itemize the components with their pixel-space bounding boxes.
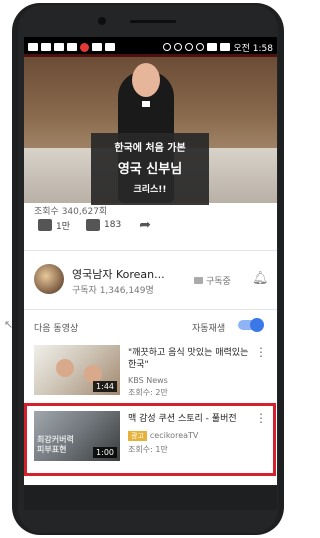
share-icon[interactable]: ➦: [139, 217, 151, 233]
phone-chin: [24, 486, 277, 510]
earpiece-speaker: [130, 20, 176, 23]
list-item[interactable]: 최강커버력 피부표현 1:00 맥 감성 쿠션 스토리 - 풀버전 광고 ceci…: [24, 411, 277, 469]
like-count: 1만: [56, 221, 71, 232]
video-views: 조회수: 1만: [128, 445, 168, 454]
video-thumbnail[interactable]: 최강커버력 피부표현 1:00: [34, 411, 120, 461]
video-progress-bar[interactable]: [24, 54, 277, 57]
notification-icon: [67, 43, 77, 51]
vibrate-icon: [185, 43, 194, 51]
thumbnail-person: [56, 359, 74, 377]
subscribed-label: 구독중: [206, 277, 231, 287]
battery-icon: [220, 43, 231, 51]
divider: [24, 250, 277, 251]
video-views: 조회수: 2만: [128, 388, 168, 397]
notification-icon: [28, 43, 38, 51]
video-duration: 1:00: [93, 447, 117, 458]
signal-icon: [207, 43, 218, 51]
video-channel: cecikoreaTV: [149, 431, 199, 440]
bell-icon[interactable]: 🔔︎: [252, 271, 269, 286]
divider: [24, 309, 277, 310]
subscriber-count: 구독자 1,346,149명: [72, 286, 154, 296]
caption-line-1: 한국에 처음 가본: [114, 143, 186, 154]
dislike-count: 183: [104, 220, 122, 230]
action-row: 1만 183 ➦: [38, 217, 151, 233]
channel-avatar[interactable]: [34, 264, 64, 294]
video-title[interactable]: "깨끗하고 음식 맛있는 매력있는 한국": [128, 347, 252, 371]
alarm-icon: [196, 43, 205, 51]
mail-icon: [105, 43, 115, 51]
autoplay-toggle[interactable]: [238, 318, 264, 332]
video-thumbnail[interactable]: 1:44: [34, 345, 120, 395]
caption-line-2: 영국 신부님: [117, 162, 183, 177]
status-time: 오전 1:58: [233, 43, 273, 54]
video-subject-face: [132, 63, 160, 97]
channel-row[interactable]: 영국남자 Korean... 구독자 1,346,149명 구독중 🔔︎: [24, 257, 277, 303]
more-vert-icon[interactable]: ⋮: [255, 412, 267, 424]
video-subject-collar: [142, 101, 150, 107]
screen: 오전 1:58 한국에 처음 가본 영국 신부님 크리스!! 조회수 340,6…: [24, 37, 277, 485]
ad-badge: 광고: [128, 431, 147, 441]
autoplay-label: 자동재생: [192, 324, 226, 334]
notification-icon: [54, 43, 64, 51]
view-count: 조회수 340,627회: [34, 207, 108, 217]
subscriptions-icon: [194, 277, 203, 284]
thumbs-up-icon[interactable]: [38, 219, 52, 231]
more-vert-icon[interactable]: ⋮: [255, 346, 267, 358]
list-item[interactable]: 1:44 "깨끗하고 음식 맛있는 매력있는 한국" KBS News 조회수:…: [24, 345, 277, 403]
video-channel: KBS News: [128, 376, 168, 385]
thumbs-down-icon[interactable]: [86, 219, 101, 231]
sync-icon: [174, 43, 183, 51]
notification-icon: [92, 43, 102, 51]
toggle-knob: [250, 318, 264, 332]
video-player[interactable]: 한국에 처음 가본 영국 신부님 크리스!!: [24, 54, 277, 205]
location-icon: [163, 43, 172, 51]
record-icon: [80, 42, 89, 52]
up-next-label: 다음 동영상: [34, 324, 79, 334]
video-caption: 한국에 처음 가본 영국 신부님 크리스!!: [91, 133, 209, 205]
video-channel-row: 광고 cecikoreaTV: [128, 431, 198, 441]
thumbnail-text: 최강커버력 피부표현: [37, 435, 74, 454]
video-duration: 1:44: [93, 381, 117, 392]
subscribed-button[interactable]: 구독중: [194, 274, 231, 287]
caption-line-3: 크리스!!: [133, 185, 167, 195]
notification-icon: [41, 43, 51, 51]
front-camera: [98, 17, 106, 25]
side-arrow-icon: ↖: [4, 318, 14, 331]
channel-name[interactable]: 영국남자 Korean...: [72, 266, 165, 282]
video-title[interactable]: 맥 감성 쿠션 스토리 - 풀버전: [128, 413, 252, 425]
